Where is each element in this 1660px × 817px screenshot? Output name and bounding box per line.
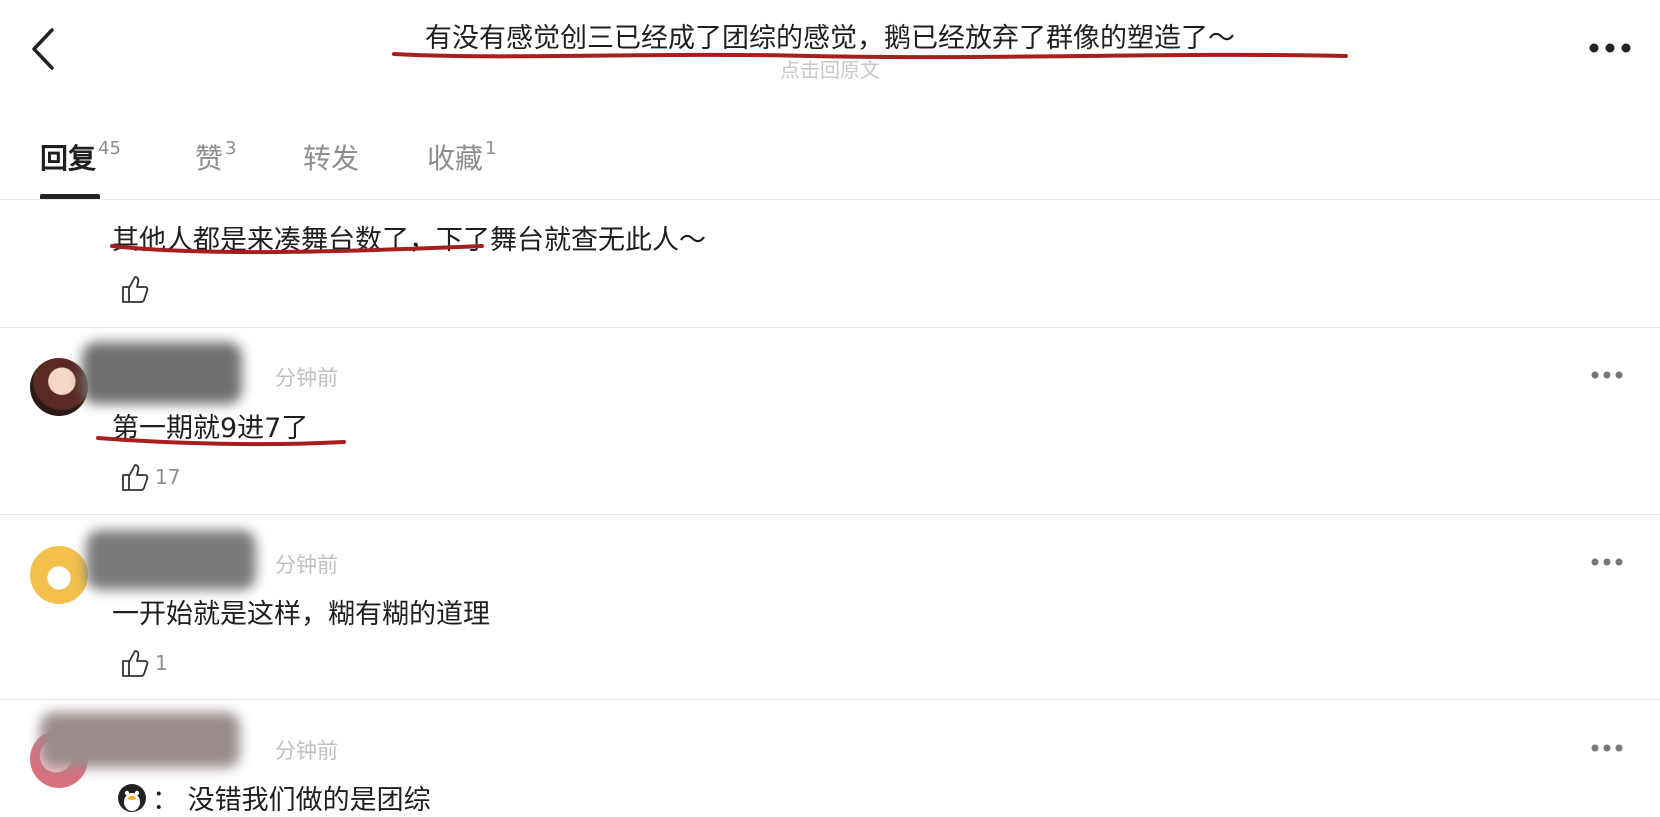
- like-count: 17: [155, 465, 181, 489]
- comment-handwritten-underline: [96, 436, 346, 447]
- divider: [0, 327, 1660, 328]
- tab-replies[interactable]: 回复 45: [40, 137, 121, 177]
- comment-time: 分钟前: [275, 553, 338, 577]
- tab-favorites[interactable]: 收藏 1: [427, 137, 496, 177]
- redacted-username: [82, 342, 242, 404]
- more-options-icon[interactable]: [1590, 556, 1624, 568]
- redacted-username: [40, 712, 240, 768]
- more-options-icon[interactable]: [1590, 369, 1624, 381]
- avatar[interactable]: [30, 546, 88, 604]
- avatar[interactable]: [30, 358, 88, 416]
- like-icon[interactable]: [120, 461, 150, 493]
- divider: [0, 199, 1660, 200]
- comment-handwritten-underline: [110, 244, 484, 255]
- penguin-icon: [118, 784, 146, 812]
- like-icon[interactable]: [120, 647, 150, 679]
- comment-time: 分钟前: [275, 366, 338, 390]
- like-icon[interactable]: [120, 273, 150, 305]
- comment-text: ： 没错我们做的是团综: [152, 785, 431, 816]
- tab-likes[interactable]: 赞3: [195, 137, 236, 177]
- more-options-icon[interactable]: [1590, 742, 1624, 754]
- comment-time: 分钟前: [275, 739, 338, 763]
- like-count: 1: [155, 651, 168, 675]
- title-handwritten-underline: [392, 52, 1348, 60]
- more-options-icon[interactable]: [1588, 38, 1632, 58]
- divider: [0, 514, 1660, 515]
- redacted-username: [86, 530, 256, 590]
- tab-reposts[interactable]: 转发: [303, 137, 361, 177]
- divider: [0, 699, 1660, 700]
- comment-text: 一开始就是这样，糊有糊的道理: [112, 599, 490, 630]
